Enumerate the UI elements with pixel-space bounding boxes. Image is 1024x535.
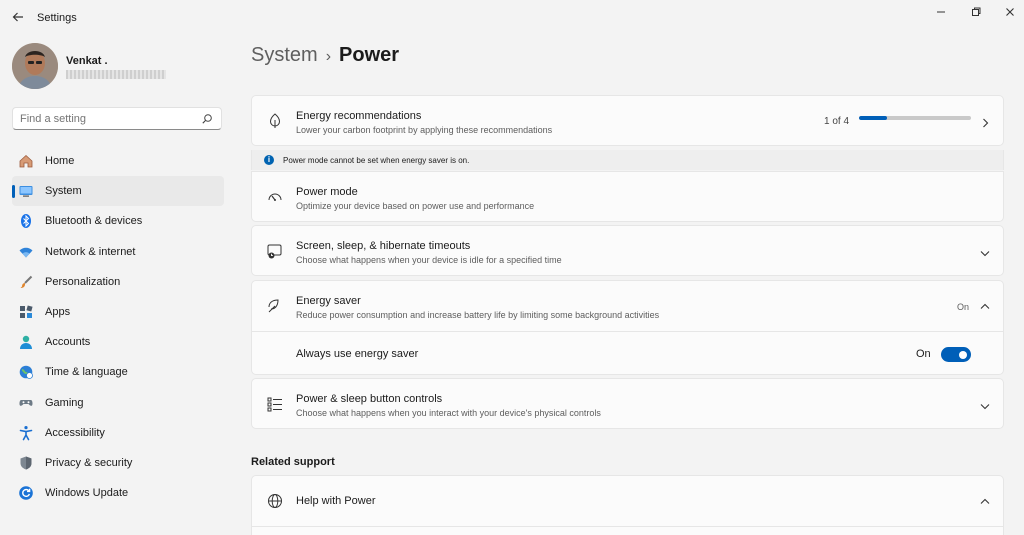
list-controls-icon <box>266 395 284 413</box>
sidebar-item-label: Accounts <box>45 336 91 349</box>
leaf-icon <box>266 112 284 130</box>
power-mode-card: Power mode Optimize your device based on… <box>251 171 1004 222</box>
title-bar: Settings <box>0 0 1024 36</box>
energy-saver-status: On <box>957 302 970 312</box>
sidebar-item-apps[interactable]: Apps <box>12 297 224 327</box>
maximize-icon[interactable] <box>964 6 988 20</box>
globe-icon <box>266 492 284 510</box>
toggle-state-label: On <box>916 348 931 360</box>
accessibility-icon <box>18 425 34 441</box>
sidebar-item-accessibility[interactable]: Accessibility <box>12 418 224 448</box>
user-email-redacted <box>66 70 166 79</box>
sidebar-item-personalization[interactable]: Personalization <box>12 267 224 297</box>
sidebar-item-label: Personalization <box>45 275 121 288</box>
user-name: Venkat . <box>66 55 108 67</box>
system-icon <box>18 183 34 199</box>
sidebar-item-windows-update[interactable]: Windows Update <box>12 478 224 508</box>
sidebar-item-label: Apps <box>45 305 71 318</box>
back-arrow-icon[interactable] <box>10 10 26 26</box>
always-use-energy-saver-row: Always use energy saver On <box>252 332 1003 375</box>
minimize-icon[interactable] <box>929 6 953 20</box>
accounts-icon <box>18 334 34 350</box>
energy-recommendations-card[interactable]: Energy recommendations Lower your carbon… <box>251 95 1004 146</box>
sidebar-item-label: Bluetooth & devices <box>45 215 143 228</box>
info-banner-text: Power mode cannot be set when energy sav… <box>283 156 470 165</box>
chevron-up-icon[interactable] <box>979 495 991 507</box>
sidebar-item-bluetooth[interactable]: Bluetooth & devices <box>12 206 224 236</box>
bluetooth-icon <box>18 213 34 229</box>
avatar[interactable] <box>12 43 58 89</box>
search-input[interactable] <box>20 111 200 127</box>
card-title: Power mode <box>296 186 358 198</box>
card-title: Energy saver <box>296 295 361 307</box>
card-title: Energy recommendations <box>296 110 422 122</box>
card-subtitle: Choose what happens when your device is … <box>296 255 562 265</box>
progress-bar <box>859 116 971 120</box>
page-title: Power <box>339 44 400 66</box>
shield-icon <box>18 455 34 471</box>
chevron-down-icon[interactable] <box>979 399 991 411</box>
screen-sleep-card[interactable]: Screen, sleep, & hibernate timeouts Choo… <box>251 225 1004 276</box>
sidebar-item-label: Privacy & security <box>45 456 133 469</box>
related-support-heading: Related support <box>251 456 335 468</box>
sidebar-item-network[interactable]: Network & internet <box>12 237 224 267</box>
card-subtitle: Choose what happens when you interact wi… <box>296 408 601 418</box>
sidebar-item-accounts[interactable]: Accounts <box>12 327 224 357</box>
breadcrumb-parent[interactable]: System <box>251 44 318 66</box>
sidebar-item-home[interactable]: Home <box>12 146 224 176</box>
sidebar-item-gaming[interactable]: Gaming <box>12 388 224 418</box>
chevron-right-icon[interactable] <box>979 116 991 128</box>
sidebar-item-label: Home <box>45 155 75 167</box>
energy-saver-card[interactable]: Energy saver Reduce power consumption an… <box>251 280 1004 375</box>
time-language-icon <box>18 364 34 380</box>
card-title: Screen, sleep, & hibernate timeouts <box>296 240 471 252</box>
card-subtitle: Reduce power consumption and increase ba… <box>296 310 660 320</box>
divider <box>252 526 1003 527</box>
card-subtitle: Optimize your device based on power use … <box>296 201 535 211</box>
info-icon: i <box>264 155 274 165</box>
chevron-down-icon[interactable] <box>979 246 991 258</box>
progress-fill <box>859 116 887 120</box>
close-icon[interactable] <box>998 6 1022 20</box>
search-icon[interactable] <box>201 112 213 124</box>
apps-icon <box>18 304 34 320</box>
sidebar-item-privacy-security[interactable]: Privacy & security <box>12 448 224 478</box>
sidebar-item-label: System <box>45 185 82 198</box>
sidebar-item-label: Network & internet <box>45 245 136 258</box>
search-box[interactable] <box>12 107 222 130</box>
help-with-power-card[interactable]: Help with Power <box>251 475 1004 535</box>
always-use-label: Always use energy saver <box>296 348 419 360</box>
card-title: Power & sleep button controls <box>296 393 443 405</box>
always-use-energy-saver-toggle[interactable] <box>941 347 971 362</box>
breadcrumb-separator: › <box>325 48 332 65</box>
sidebar-item-label: Gaming <box>45 396 84 409</box>
gauge-icon <box>266 188 284 206</box>
wifi-icon <box>18 244 34 260</box>
progress-count: 1 of 4 <box>824 116 850 127</box>
card-subtitle: Lower your carbon footprint by applying … <box>296 125 553 135</box>
screen-sleep-icon <box>266 242 284 260</box>
chevron-up-icon[interactable] <box>979 300 991 312</box>
sidebar-item-label: Time & language <box>45 366 128 379</box>
home-icon <box>18 153 34 169</box>
breadcrumb: System › Power <box>251 44 399 67</box>
windows-update-icon <box>18 485 34 501</box>
sidebar-item-label: Accessibility <box>45 426 105 439</box>
sidebar-item-system[interactable]: System <box>12 176 224 207</box>
sidebar-item-label: Windows Update <box>45 487 129 500</box>
energy-saver-leaf-icon <box>266 297 284 315</box>
sidebar-nav: Home System Bluetooth & devices Network … <box>12 146 224 508</box>
sidebar-item-time-language[interactable]: Time & language <box>12 357 224 387</box>
power-button-controls-card[interactable]: Power & sleep button controls Choose wha… <box>251 378 1004 429</box>
brush-icon <box>18 274 34 290</box>
card-title: Help with Power <box>296 495 376 507</box>
app-title: Settings <box>37 12 77 24</box>
info-banner: i Power mode cannot be set when energy s… <box>251 150 1004 170</box>
gaming-icon <box>18 395 34 411</box>
